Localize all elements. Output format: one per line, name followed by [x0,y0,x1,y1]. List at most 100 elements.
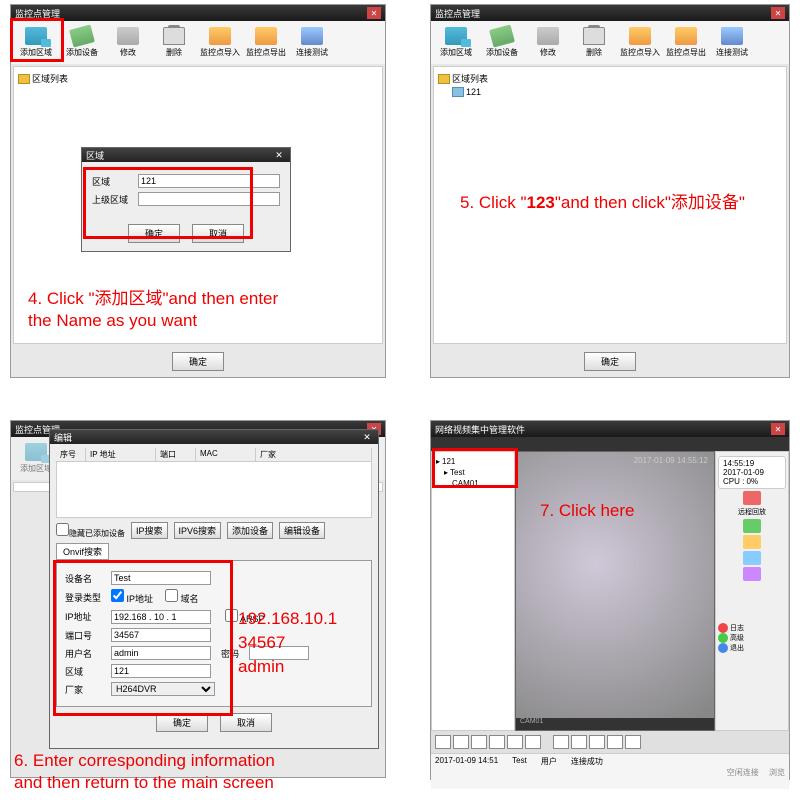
snapshot-button[interactable] [571,735,587,749]
advanced-icon[interactable] [743,535,761,549]
import-button[interactable]: 监控点导入 [617,25,663,60]
area-dialog: 区域 ✕ 区域 上级区域 确定 取消 [81,147,291,252]
side-log[interactable]: 日志 [718,623,786,633]
device-dialog: 编辑 ✕ 序号 IP 地址 端口 MAC 厂家 隐藏已添加设备 IP搜索 IPV… [49,429,379,749]
toolbar: 添加区域 添加设备 修改 删除 监控点导入 监控点导出 连接测试 [11,21,385,64]
audio-button[interactable] [625,735,641,749]
user-label: 用户名 [65,647,111,660]
close-icon[interactable]: ✕ [272,150,286,161]
add-device-button[interactable]: 添加设备 [479,25,525,60]
modify-button[interactable]: 修改 [525,25,571,60]
tree-cam01[interactable]: CAM01 [436,478,510,489]
domain-checkbox[interactable]: 域名 [165,589,211,605]
modify-button[interactable]: 修改 [105,25,151,60]
trash-icon [163,27,185,45]
dialog-ok-button[interactable]: 确定 [128,224,180,243]
annotation-step5: 5. Click "123"and then click"添加设备" [460,192,745,214]
player-controls [431,731,789,753]
ok-button[interactable]: 确定 [584,352,636,371]
hide-added-checkbox[interactable]: 隐藏已添加设备 [56,523,125,539]
video-viewport[interactable]: 2017-01-09 14:55:12 CAM01 [515,451,715,731]
window-step6: 监控点管理 ✕ 添加区域 添加设备 连接测试 编辑 ✕ 序号 IP 地址 端口 … [10,420,386,778]
time-info: 14:55:19 2017-01-09 CPU : 0% [718,456,786,489]
export-icon [255,27,277,45]
delete-button[interactable]: 删除 [151,25,197,60]
area-icon [25,27,47,45]
tree-node-121[interactable]: 121 [438,86,782,98]
player-title: 网络视频集中管理软件 [435,423,525,436]
device-icon [69,24,95,47]
layout-36-button[interactable] [525,735,541,749]
add-area-button[interactable]: 添加区域 [13,25,59,60]
add-device-button[interactable]: 添加设备 [59,25,105,60]
tree-root[interactable]: 区域列表 [438,71,782,86]
player-side-panel: 14:55:19 2017-01-09 CPU : 0% 远程回放 日志 高级 … [715,451,789,731]
record-icon[interactable] [743,491,761,505]
overlay-timestamp: 2017-01-09 14:55:12 [634,456,708,465]
layout-25-button[interactable] [507,735,523,749]
tree-root[interactable]: ▸ 121 [436,456,510,467]
folder-icon [438,74,450,84]
close-icon[interactable]: ✕ [771,7,785,19]
vendor-select[interactable]: H264DVR [111,682,215,696]
annotation-step7: 7. Click here [540,500,634,522]
dialog-cancel-button[interactable]: 取消 [192,224,244,243]
close-icon[interactable]: ✕ [771,423,785,435]
toolbar: 添加区域 添加设备 修改 删除 监控点导入 监控点导出 连接测试 [431,21,789,64]
layout-16-button[interactable] [489,735,505,749]
layout-9-button[interactable] [471,735,487,749]
test-button[interactable]: 连接测试 [709,25,755,60]
layout-4-button[interactable] [453,735,469,749]
stop-button[interactable] [589,735,605,749]
fullscreen-button[interactable] [553,735,569,749]
export-button[interactable]: 监控点导出 [243,25,289,60]
ptz-icon[interactable] [743,567,761,581]
player-device-tree: ▸ 121 ▸ Test CAM01 [431,451,515,731]
side-exit[interactable]: 退出 [718,643,786,653]
record-button[interactable] [607,735,623,749]
tree-test[interactable]: ▸ Test [436,467,510,478]
close-icon[interactable]: ✕ [360,432,374,443]
test-icon [301,27,323,45]
import-icon [209,27,231,45]
layout-1-button[interactable] [435,735,451,749]
onvif-tab[interactable]: Onvif搜索 [56,543,109,560]
import-button[interactable]: 监控点导入 [197,25,243,60]
ip-checkbox[interactable]: IP地址 [111,589,157,605]
test-button[interactable]: 连接测试 [289,25,335,60]
devname-input[interactable] [111,571,211,585]
edit-device-button[interactable]: 编辑设备 [279,522,325,539]
ipv6-search-button[interactable]: IPV6搜索 [174,522,222,539]
ok-button[interactable]: 确定 [172,352,224,371]
settings-icon[interactable] [743,551,761,565]
parent-input[interactable] [138,192,280,206]
tree-root[interactable]: 区域列表 [18,71,378,86]
devarea-input[interactable] [111,664,211,678]
log-date: 2017-01-09 14:51 [435,756,498,767]
footer-browse: 浏览 [769,768,785,777]
device-icon [489,24,515,47]
devarea-label: 区域 [65,665,111,678]
footer-idle: 空闲连接 [727,768,759,777]
add-area-button[interactable]: 添加区域 [433,25,479,60]
ip-search-button[interactable]: IP搜索 [131,522,168,539]
ip-input[interactable] [111,610,211,624]
vendor-label: 厂家 [65,683,111,696]
port-input[interactable] [111,628,211,642]
add-device-button[interactable]: 添加设备 [227,522,273,539]
close-icon[interactable]: ✕ [367,7,381,19]
user-input[interactable] [111,646,211,660]
log-icon[interactable] [743,519,761,533]
area-icon [445,27,467,45]
device-list[interactable] [56,462,372,518]
window-title: 监控点管理 [15,7,60,20]
delete-button[interactable]: 删除 [571,25,617,60]
dialog-ok-button[interactable]: 确定 [156,713,208,732]
export-button[interactable]: 监控点导出 [663,25,709,60]
side-advanced[interactable]: 高级 [718,633,786,643]
dialog-cancel-button[interactable]: 取消 [220,713,272,732]
modify-icon [537,27,559,45]
log-user: 用户 [541,756,557,767]
folder-icon [18,74,30,84]
area-input[interactable] [138,174,280,188]
